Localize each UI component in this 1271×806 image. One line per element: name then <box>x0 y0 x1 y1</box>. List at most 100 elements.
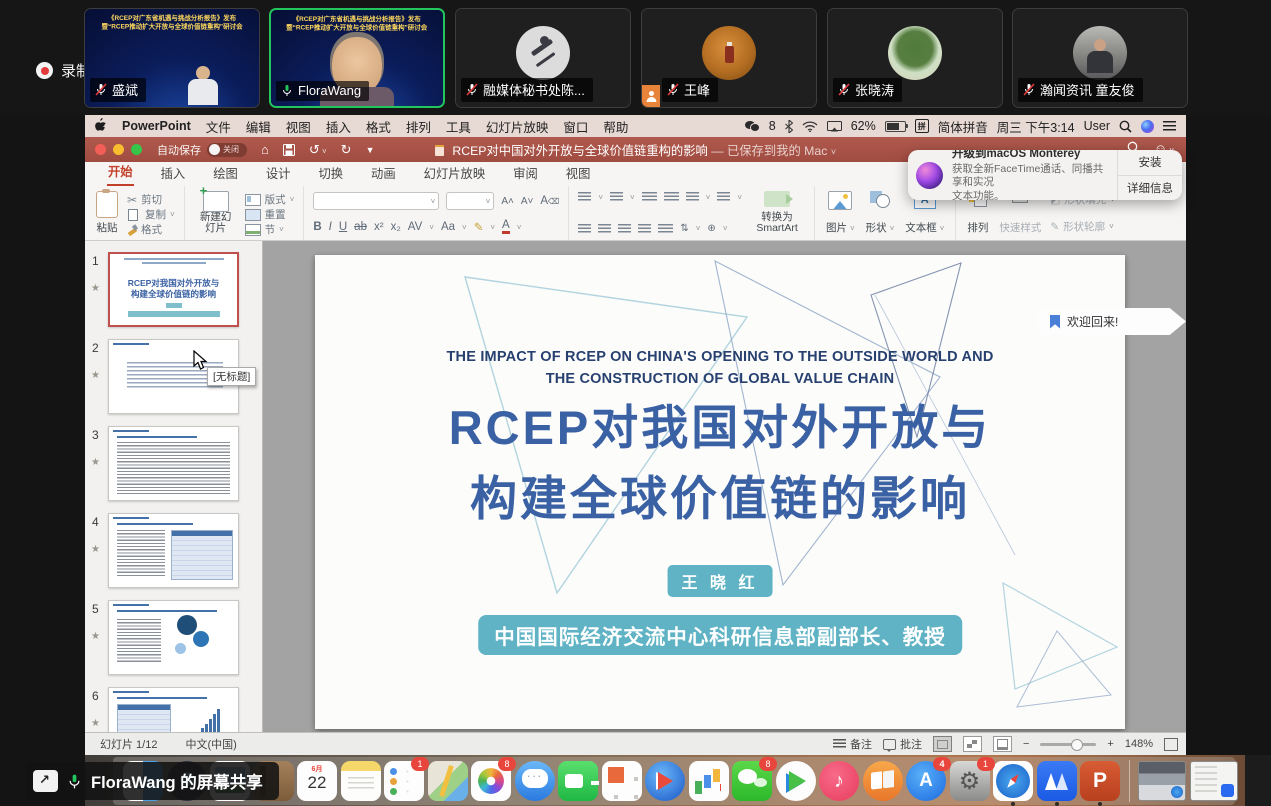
increase-indent-icon[interactable] <box>664 192 679 202</box>
news-icon[interactable] <box>602 761 642 801</box>
user-menu[interactable]: User <box>1084 119 1110 133</box>
zoom-slider[interactable] <box>1040 743 1096 746</box>
normal-view-button[interactable] <box>933 736 952 752</box>
zoom-level[interactable]: 148% <box>1125 738 1153 750</box>
font-color-button[interactable]: A <box>502 220 510 233</box>
slide-counter[interactable]: 幻灯片 1/12 <box>100 736 157 752</box>
home-icon[interactable]: ⌂ <box>261 142 269 157</box>
powerpoint-dock-icon[interactable] <box>1080 761 1120 801</box>
undo-icon[interactable]: ↺ ˅ <box>309 142 327 158</box>
distribute-icon[interactable] <box>658 224 673 234</box>
participant-tile-rongmeiti[interactable]: 融媒体秘书处陈... <box>455 8 631 108</box>
messages-icon[interactable] <box>515 761 555 801</box>
bluetooth-icon[interactable] <box>785 120 793 133</box>
quicktime-icon[interactable] <box>645 761 685 801</box>
language-status[interactable]: 中文(中国) <box>185 736 236 752</box>
slide-thumbnail-4[interactable] <box>108 513 239 588</box>
zoom-out-button[interactable]: − <box>1023 738 1029 750</box>
slide-sorter-view-button[interactable] <box>963 736 982 752</box>
participant-tile-florawang[interactable]: 《RCEP对广东省机遇与挑战分析报告》发布 暨“RCEP推动扩大开放与全球价值链… <box>269 8 445 108</box>
zoom-window-button[interactable] <box>131 144 142 155</box>
system-preferences-icon[interactable]: ⚙1 <box>950 761 990 801</box>
change-case-button[interactable]: Aa <box>441 221 455 233</box>
notification-center-icon[interactable] <box>1163 121 1176 131</box>
menu-edit[interactable]: 编辑 <box>246 117 271 136</box>
shapes-button[interactable]: 形状 ˅ <box>864 190 897 236</box>
slide-thumbnail-6[interactable] <box>108 687 239 732</box>
screen-mirroring-icon[interactable] <box>827 121 842 132</box>
font-size-combobox[interactable]: ˅ <box>446 192 494 210</box>
charts-app-icon[interactable] <box>689 761 729 801</box>
align-right-icon[interactable] <box>618 224 631 234</box>
menu-app-name[interactable]: PowerPoint <box>122 119 191 133</box>
notes-button[interactable]: 备注 <box>833 736 872 752</box>
menubar-clock[interactable]: 周三 下午3:14 <box>997 117 1075 136</box>
menu-format[interactable]: 格式 <box>366 117 391 136</box>
save-icon[interactable] <box>283 144 295 156</box>
slide-title-chinese[interactable]: RCEP对我国对外开放与 构建全球价值链的影响 <box>315 393 1125 534</box>
menu-slideshow[interactable]: 幻灯片放映 <box>486 117 549 136</box>
facetime-icon[interactable] <box>558 761 598 801</box>
minimized-window-icon[interactable] <box>1190 761 1238 801</box>
tab-insert[interactable]: 插入 <box>160 161 187 186</box>
numbering-icon[interactable] <box>610 192 623 202</box>
apple-menu-icon[interactable] <box>95 118 107 135</box>
tab-animations[interactable]: 动画 <box>370 161 397 186</box>
wechat-status-icon[interactable] <box>745 121 760 132</box>
smartart-button[interactable]: 转换为SmartArt <box>749 190 805 236</box>
slide-thumbnail-panel[interactable]: 1 ★ RCEP对我国对外开放与 构建全球价值链的影响 2 ★ <box>85 241 263 732</box>
wechat-icon[interactable]: 8 <box>732 761 772 801</box>
photos-icon[interactable]: 8 <box>471 761 511 801</box>
participant-tile-shengbin[interactable]: 《RCEP对广东省机遇与挑战分析报告》发布 暨“RCEP推动扩大开放与全球价值链… <box>84 8 260 108</box>
slide-title-english[interactable]: THE IMPACT OF RCEP ON CHINA'S OPENING TO… <box>315 347 1125 391</box>
align-left-icon[interactable] <box>578 224 591 234</box>
shape-outline-button[interactable]: ✎形状轮廓˅ <box>1050 219 1115 234</box>
align-center-icon[interactable] <box>598 224 611 234</box>
slide-author[interactable]: 王 晓 红 <box>668 565 773 597</box>
details-button[interactable]: 详细信息 <box>1118 175 1182 201</box>
reset-button[interactable]: 重置 <box>245 207 295 222</box>
menu-window[interactable]: 窗口 <box>563 117 588 136</box>
slide-thumbnail-1[interactable]: RCEP对我国对外开放与 构建全球价值链的影响 <box>108 252 239 327</box>
section-button[interactable]: 节˅ <box>245 222 295 237</box>
tab-review[interactable]: 审阅 <box>512 161 539 186</box>
align-text-icon[interactable]: ⊕ <box>707 223 715 234</box>
shrink-font-button[interactable]: A˅ <box>521 196 534 207</box>
zoom-in-button[interactable]: + <box>1107 738 1113 750</box>
battery-icon[interactable] <box>885 121 906 132</box>
menu-insert[interactable]: 插入 <box>326 117 351 136</box>
subscript-button[interactable]: x₂ <box>391 221 401 233</box>
input-method-label[interactable]: 简体拼音 <box>938 117 988 136</box>
close-window-button[interactable] <box>95 144 106 155</box>
picture-button[interactable]: 图片 ˅ <box>824 190 857 236</box>
app-store-icon[interactable]: A4 <box>906 761 946 801</box>
music-icon[interactable]: ♪ <box>819 761 859 801</box>
tencent-video-icon[interactable] <box>776 761 816 801</box>
slideshow-view-button[interactable] <box>993 736 1012 752</box>
minimize-window-button[interactable] <box>113 144 124 155</box>
wifi-icon[interactable] <box>802 121 818 132</box>
highlight-button[interactable]: ✎ <box>474 220 484 234</box>
input-method-icon[interactable]: 拼 <box>915 119 929 133</box>
fit-to-window-icon[interactable] <box>1164 738 1178 751</box>
participant-tile-wangfeng[interactable]: 王峰 <box>641 8 817 108</box>
grow-font-button[interactable]: A˄ <box>501 196 514 207</box>
line-spacing-icon[interactable] <box>686 192 699 202</box>
install-button[interactable]: 安装 <box>1118 150 1182 175</box>
paste-button[interactable]: 粘贴 <box>94 190 120 236</box>
copy-button[interactable]: 复制˅ <box>127 207 175 222</box>
italic-button[interactable]: I <box>329 221 332 233</box>
bold-button[interactable]: B <box>313 221 321 233</box>
maps-icon[interactable] <box>428 761 468 801</box>
tab-view[interactable]: 视图 <box>565 161 592 186</box>
siri-icon[interactable] <box>1141 120 1154 133</box>
slide-affiliation[interactable]: 中国国际经济交流中心科研信息部副部长、教授 <box>478 615 962 655</box>
format-painter-button[interactable]: 格式 <box>127 222 175 237</box>
books-icon[interactable] <box>863 761 903 801</box>
participant-tile-zhangxiaotao[interactable]: 张晓涛 <box>827 8 1003 108</box>
font-name-combobox[interactable]: ˅ <box>313 192 439 210</box>
columns-icon[interactable] <box>717 192 730 202</box>
tab-design[interactable]: 设计 <box>265 161 292 186</box>
redo-icon[interactable]: ↻ <box>341 142 352 158</box>
tab-home[interactable]: 开始 <box>107 159 134 186</box>
